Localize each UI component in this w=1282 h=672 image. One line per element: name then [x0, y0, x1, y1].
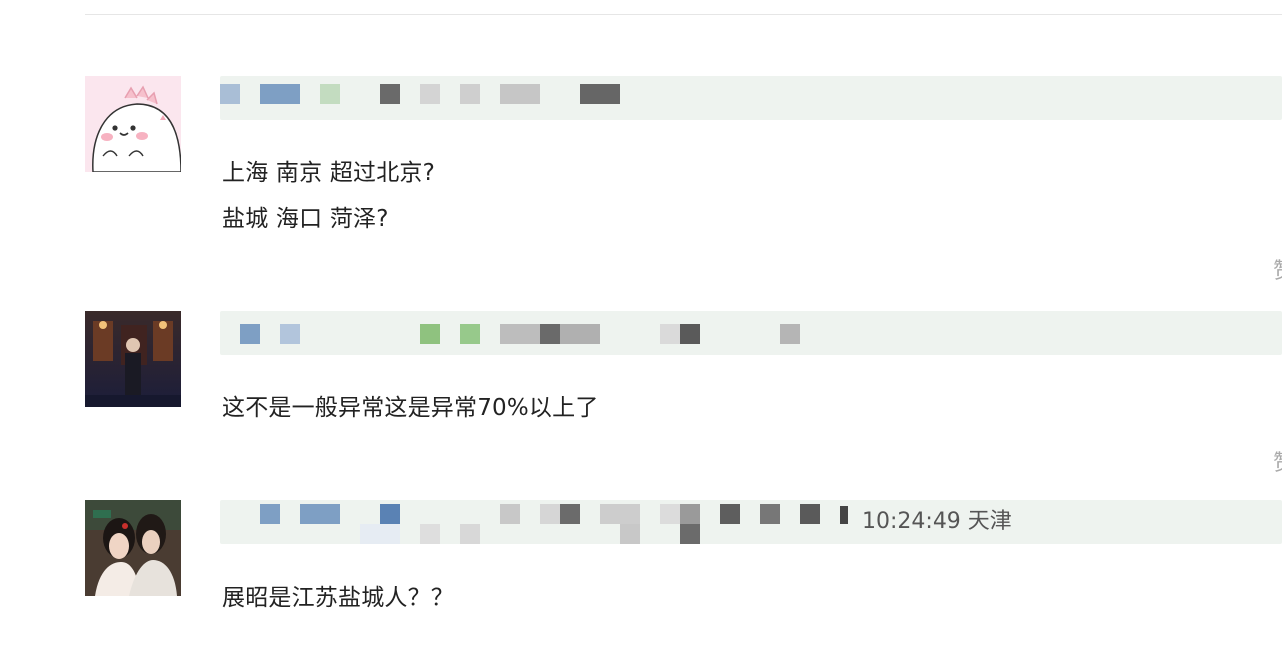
- cartoon-dino-icon: [85, 76, 181, 172]
- top-divider: [85, 14, 1282, 15]
- username-bar: [220, 311, 1282, 355]
- avatar[interactable]: [85, 76, 181, 172]
- username-bar: 10:24:49 天津: [220, 500, 1282, 544]
- comment-timestamp-location: 10:24:49 天津: [862, 509, 1012, 534]
- comment-text-line: 这不是一般异常这是异常70%以上了: [222, 395, 599, 421]
- pixelated-username[interactable]: [220, 84, 240, 104]
- photo-avatar-icon: [85, 500, 181, 596]
- like-label[interactable]: 赞: [1273, 452, 1282, 476]
- like-label[interactable]: 赞: [1273, 260, 1282, 284]
- comment-text-line: 展昭是江苏盐城人？？: [222, 585, 454, 611]
- avatar[interactable]: [85, 500, 181, 596]
- comment-text-line: 上海 南京 超过北京?: [222, 160, 436, 186]
- comment-text-line: 盐城 海口 菏泽?: [222, 206, 389, 232]
- pixelated-username[interactable]: [260, 504, 280, 524]
- photo-avatar-icon: [85, 311, 181, 407]
- avatar[interactable]: [85, 311, 181, 407]
- username-bar: [220, 76, 1282, 120]
- pixelated-username[interactable]: [240, 324, 260, 344]
